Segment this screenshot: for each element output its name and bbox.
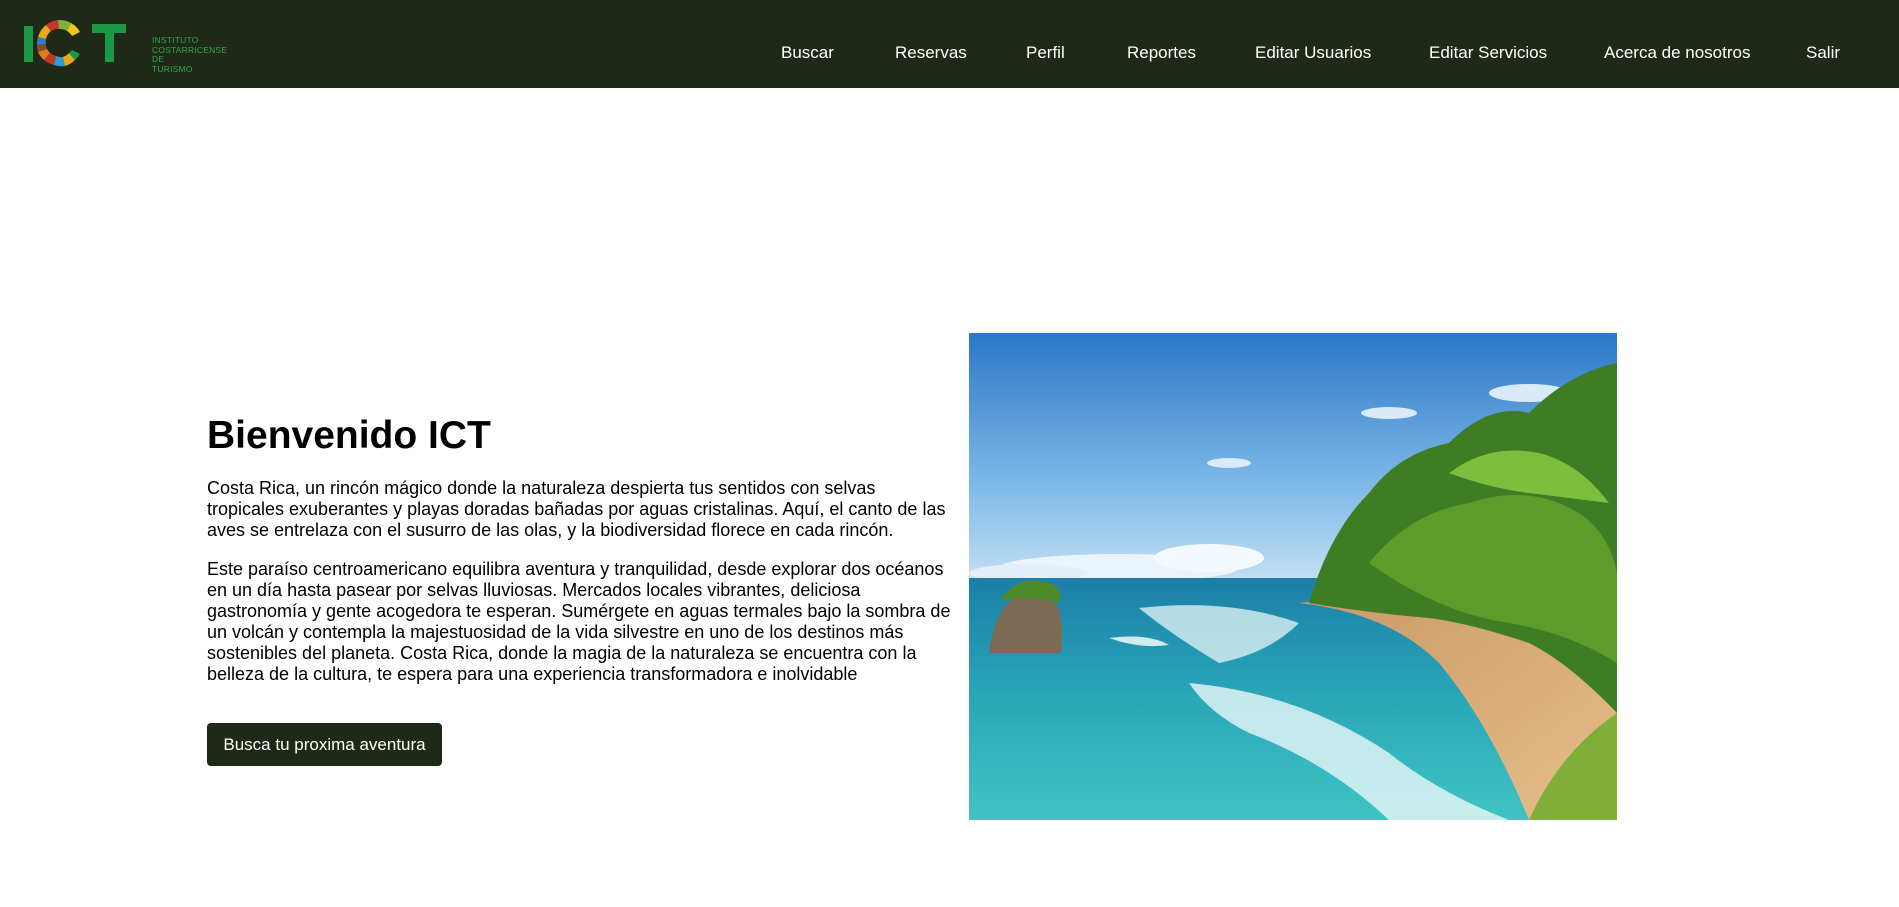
top-navbar: INSTITUTO COSTARRICENSE DE TURISMO Busca… bbox=[0, 0, 1899, 88]
ict-logo[interactable]: INSTITUTO COSTARRICENSE DE TURISMO bbox=[22, 10, 227, 76]
logo-caption: INSTITUTO COSTARRICENSE DE TURISMO bbox=[152, 35, 228, 74]
logo-line-3: TURISMO bbox=[152, 63, 193, 74]
nav-reportes[interactable]: Reportes bbox=[1127, 43, 1196, 63]
nav-buscar[interactable]: Buscar bbox=[781, 43, 834, 63]
beach-image bbox=[969, 333, 1617, 820]
nav-perfil[interactable]: Perfil bbox=[1026, 43, 1065, 63]
nav-editar-usuarios[interactable]: Editar Usuarios bbox=[1255, 43, 1371, 63]
nav-acerca-de-nosotros[interactable]: Acerca de nosotros bbox=[1604, 43, 1750, 63]
logo-line-2: COSTARRICENSE DE bbox=[152, 44, 228, 64]
page-title: Bienvenido ICT bbox=[207, 414, 491, 457]
description-paragraph: Este paraíso centroamericano equilibra a… bbox=[207, 559, 951, 684]
beach-illustration bbox=[969, 333, 1617, 820]
ict-logo-mark bbox=[24, 19, 126, 67]
nav-editar-servicios[interactable]: Editar Servicios bbox=[1429, 43, 1547, 63]
nav-reservas[interactable]: Reservas bbox=[895, 43, 967, 63]
intro-paragraph: Costa Rica, un rincón mágico donde la na… bbox=[207, 478, 946, 540]
search-adventure-button[interactable]: Busca tu proxima aventura bbox=[207, 723, 442, 766]
nav-salir[interactable]: Salir bbox=[1806, 43, 1840, 63]
